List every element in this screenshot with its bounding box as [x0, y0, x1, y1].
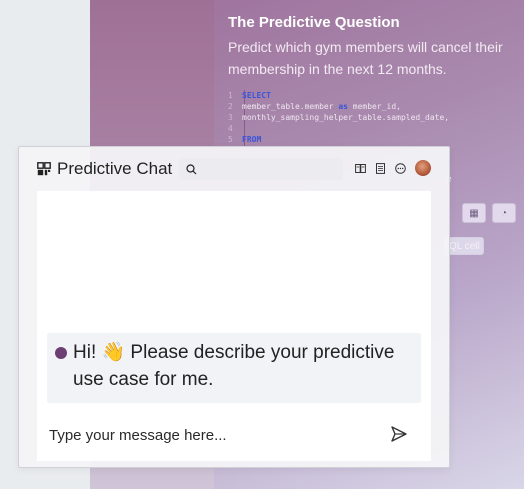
- sql-code-block: 1 SELECT 2 member_table.member as member_i…: [228, 91, 450, 144]
- bot-message: Hi! 👋 Please describe your predictive us…: [47, 333, 421, 403]
- bot-avatar-icon: [55, 347, 67, 359]
- send-icon: [391, 426, 407, 442]
- send-button[interactable]: [389, 425, 409, 445]
- predictive-question-title: The Predictive Question: [228, 14, 400, 31]
- message-input-row: [37, 415, 431, 455]
- chat-window: Predictive Chat Hi! 👋 Please describe yo…: [18, 146, 450, 468]
- message-input[interactable]: [49, 415, 379, 455]
- predictive-question-text: Predict which gym members will cancel th…: [228, 39, 503, 77]
- search-icon: [186, 163, 197, 174]
- chat-body: Hi! 👋 Please describe your predictive us…: [37, 191, 431, 461]
- more-icon[interactable]: [395, 162, 406, 174]
- chat-title: Predictive Chat: [57, 159, 173, 178]
- avatar[interactable]: [415, 160, 431, 176]
- chart-icon[interactable]: ◔: [492, 203, 516, 223]
- notes-icon[interactable]: [375, 162, 386, 174]
- bot-message-text: Hi! 👋 Please describe your predictive us…: [73, 342, 395, 390]
- grid-icon[interactable]: ▦: [462, 203, 486, 223]
- chat-logo-icon: [37, 162, 51, 176]
- chat-header: Predictive Chat: [19, 147, 449, 191]
- search-input[interactable]: [179, 158, 343, 180]
- sql-cell-button[interactable]: QL cell: [444, 237, 484, 255]
- book-icon[interactable]: [355, 163, 366, 174]
